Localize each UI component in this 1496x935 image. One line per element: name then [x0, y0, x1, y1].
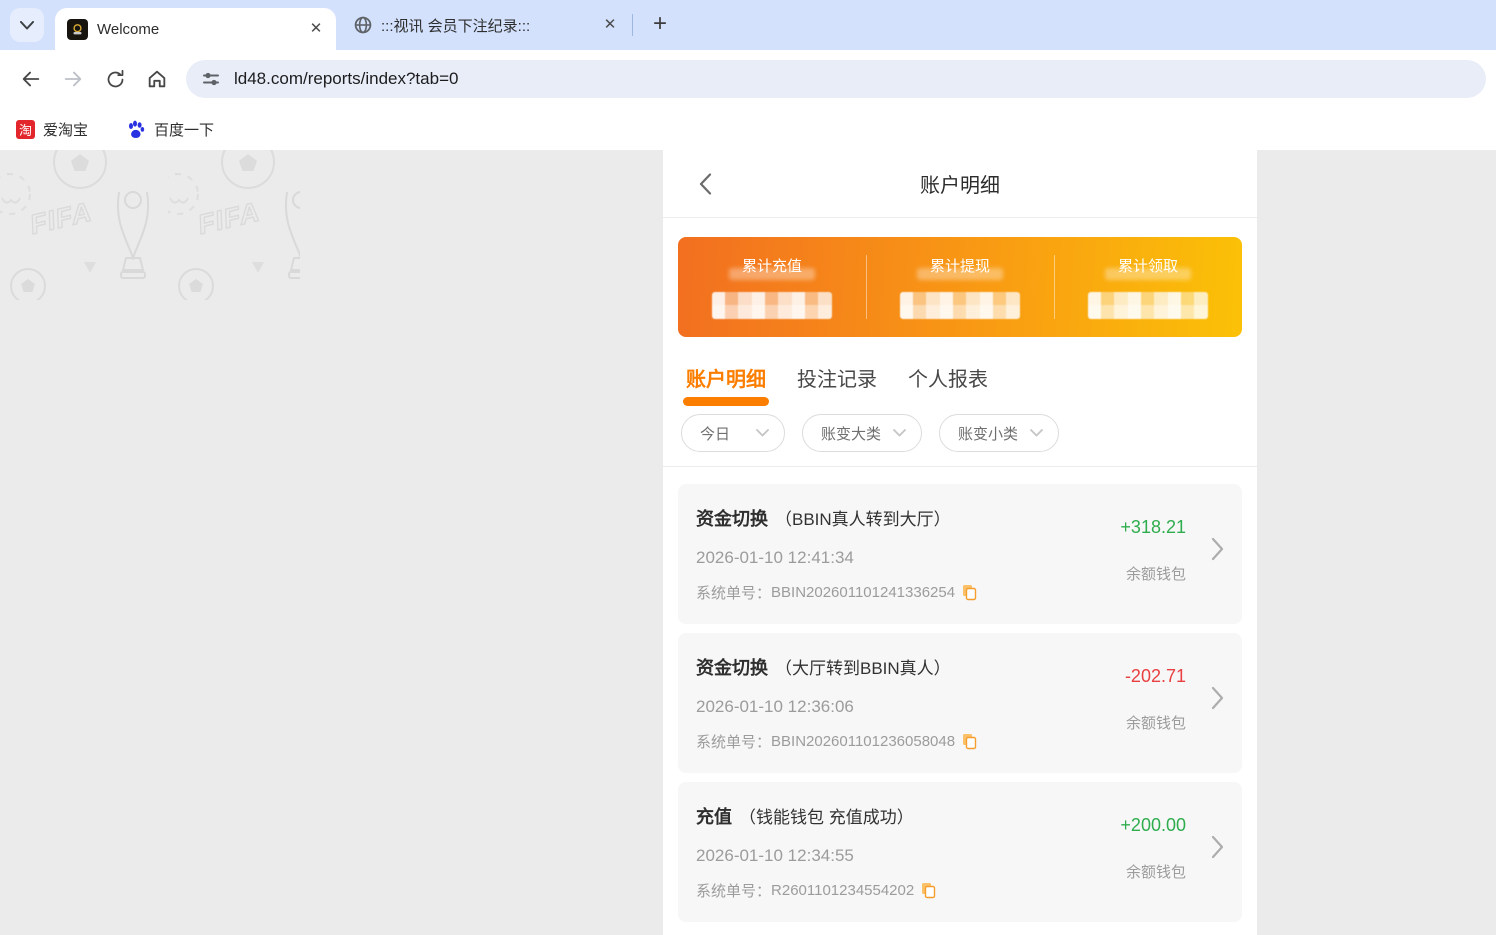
- chevron-down-icon: [20, 21, 34, 30]
- account-detail-panel: 账户明细 累计充值 累计提现 累计领取 账户明细 投注记录: [663, 150, 1257, 935]
- bookmark-taobao[interactable]: 淘 爱淘宝: [16, 119, 88, 140]
- fifa-watermark-pattern: FIFA: [0, 150, 300, 300]
- chevron-right-icon[interactable]: [1211, 686, 1224, 710]
- taobao-icon: 淘: [16, 120, 35, 139]
- txn-wallet: 余额钱包: [1120, 563, 1186, 584]
- summary-divider: [1054, 255, 1055, 319]
- home-icon: [146, 68, 168, 90]
- transaction-card[interactable]: 资金切换 （大厅转到BBIN真人） 2026-01-10 12:36:06 系统…: [678, 633, 1242, 773]
- filter-label: 账变小类: [958, 423, 1018, 444]
- chevron-down-icon: [1030, 429, 1043, 437]
- tab-search-button[interactable]: [10, 8, 44, 42]
- globe-icon: [354, 16, 372, 34]
- tab-close-button[interactable]: ✕: [306, 19, 326, 39]
- arrow-right-icon: [62, 68, 84, 90]
- tab-bet-records[interactable]: 投注记录: [797, 363, 877, 414]
- order-label: 系统单号：: [696, 880, 771, 901]
- blurred-amount: [712, 292, 832, 319]
- site-info-icon[interactable]: [202, 70, 220, 88]
- back-button[interactable]: [10, 58, 52, 100]
- chevron-left-icon: [699, 173, 712, 195]
- bookmarks-bar: 淘 爱淘宝 百度一下: [0, 108, 1496, 150]
- filter-date-dropdown[interactable]: 今日: [681, 414, 785, 452]
- tab-title: :::视讯 会员下注纪录:::: [381, 15, 591, 36]
- new-tab-button[interactable]: +: [645, 10, 675, 40]
- txn-detail: （钱能钱包 充值成功）: [739, 803, 914, 828]
- txn-amount: +200.00: [1120, 815, 1186, 836]
- order-label: 系统单号：: [696, 731, 771, 752]
- home-button[interactable]: [136, 58, 178, 100]
- summary-total-deposit: 累计充值: [678, 255, 866, 337]
- baidu-paw-icon: [126, 119, 146, 139]
- chevron-down-icon: [756, 429, 769, 437]
- page-back-button[interactable]: [693, 172, 717, 196]
- blur-smudge: [1105, 268, 1191, 280]
- chevron-right-icon[interactable]: [1211, 835, 1224, 859]
- arrow-left-icon: [20, 68, 42, 90]
- browser-tab-records[interactable]: :::视讯 会员下注纪录::: ✕: [342, 4, 630, 46]
- tab-close-button[interactable]: ✕: [600, 15, 620, 35]
- tab-title: Welcome: [97, 21, 297, 38]
- bookmark-baidu[interactable]: 百度一下: [126, 119, 214, 140]
- panel-header: 账户明细: [663, 150, 1257, 218]
- txn-amount: +318.21: [1120, 517, 1186, 538]
- chevron-down-icon: [893, 429, 906, 437]
- blurred-amount: [1088, 292, 1208, 319]
- bookmark-label: 爱淘宝: [43, 119, 88, 140]
- reload-button[interactable]: [94, 58, 136, 100]
- order-number: BBIN202601101236058048: [771, 733, 955, 750]
- blur-smudge: [729, 268, 815, 280]
- address-bar[interactable]: ld48.com/reports/index?tab=0: [186, 60, 1486, 98]
- transaction-card[interactable]: 充值 （钱能钱包 充值成功） 2026-01-10 12:34:55 系统单号：…: [678, 782, 1242, 922]
- order-label: 系统单号：: [696, 582, 771, 603]
- bookmark-label: 百度一下: [154, 119, 214, 140]
- page-content: FIFA: [0, 150, 1496, 935]
- txn-type: 资金切换: [696, 505, 768, 531]
- txn-wallet: 余额钱包: [1125, 712, 1186, 733]
- txn-amount: -202.71: [1125, 666, 1186, 687]
- txn-type: 资金切换: [696, 654, 768, 680]
- url-text: ld48.com/reports/index?tab=0: [234, 69, 458, 89]
- tab-personal-report[interactable]: 个人报表: [908, 363, 988, 414]
- txn-detail: （BBIN真人转到大厅）: [775, 505, 951, 530]
- browser-toolbar: ld48.com/reports/index?tab=0: [0, 50, 1496, 108]
- browser-tab-strip: Welcome ✕ :::视讯 会员下注纪录::: ✕ +: [0, 0, 1496, 50]
- order-number: R2601101234554202: [771, 882, 914, 899]
- txn-wallet: 余额钱包: [1120, 861, 1186, 882]
- transaction-list: 资金切换 （BBIN真人转到大厅） 2026-01-10 12:41:34 系统…: [663, 467, 1257, 922]
- copy-icon[interactable]: [962, 584, 977, 601]
- chevron-right-icon[interactable]: [1211, 537, 1224, 561]
- filter-label: 账变大类: [821, 423, 881, 444]
- browser-tab-welcome[interactable]: Welcome ✕: [55, 8, 336, 50]
- blurred-amount: [900, 292, 1020, 319]
- transaction-card[interactable]: 资金切换 （BBIN真人转到大厅） 2026-01-10 12:41:34 系统…: [678, 484, 1242, 624]
- filter-label: 今日: [700, 423, 730, 444]
- report-tabs: 账户明细 投注记录 个人报表: [663, 337, 1257, 414]
- copy-icon[interactable]: [962, 733, 977, 750]
- site-favicon: [67, 19, 88, 40]
- blur-smudge: [917, 268, 1003, 280]
- page-title: 账户明细: [920, 169, 1000, 198]
- txn-type: 充值: [696, 803, 732, 829]
- txn-detail: （大厅转到BBIN真人）: [775, 654, 951, 679]
- copy-icon[interactable]: [921, 882, 936, 899]
- tab-account-detail[interactable]: 账户明细: [686, 363, 766, 414]
- summary-divider: [866, 255, 867, 319]
- filter-major-category-dropdown[interactable]: 账变大类: [802, 414, 922, 452]
- forward-button[interactable]: [52, 58, 94, 100]
- summary-card: 累计充值 累计提现 累计领取: [678, 237, 1242, 337]
- order-number: BBIN202601101241336254: [771, 584, 955, 601]
- filter-minor-category-dropdown[interactable]: 账变小类: [939, 414, 1059, 452]
- summary-total-claim: 累计领取: [1054, 255, 1242, 337]
- reload-icon: [105, 69, 126, 90]
- filters-row: 今日 账变大类 账变小类: [663, 414, 1257, 467]
- tab-divider: [632, 14, 633, 36]
- summary-total-withdraw: 累计提现: [866, 255, 1054, 337]
